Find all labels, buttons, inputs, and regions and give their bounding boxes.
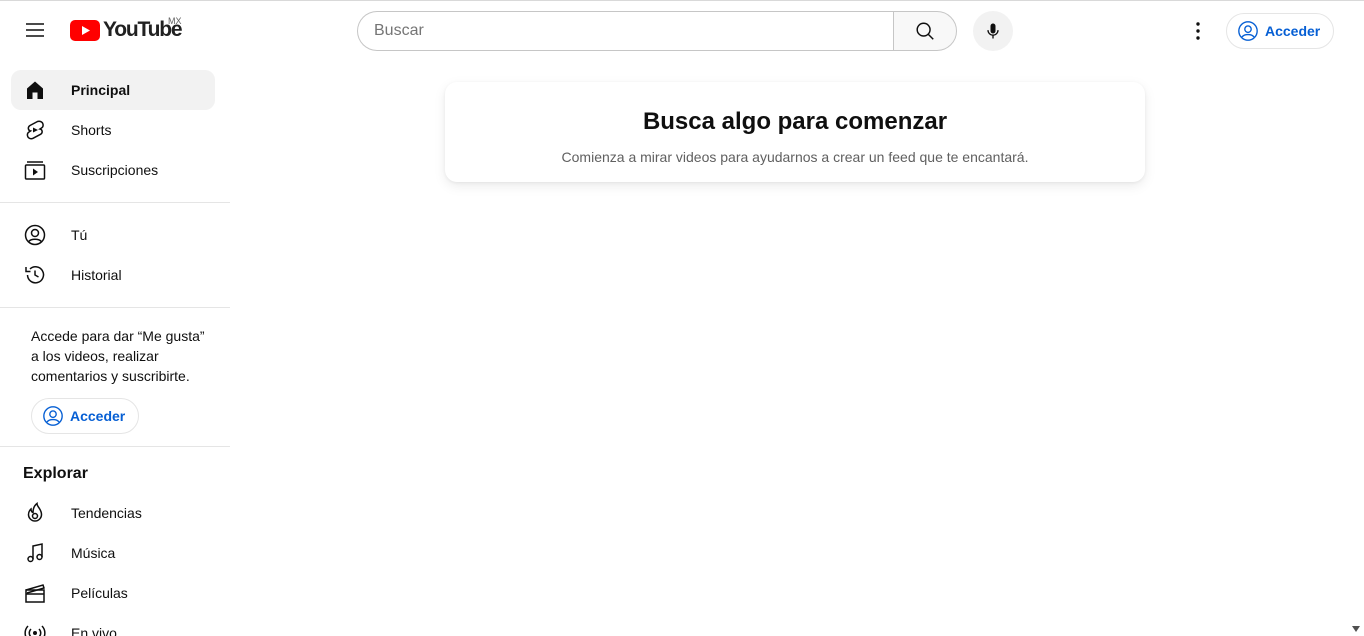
account-circle-icon: [1238, 21, 1258, 41]
empty-feed-subtitle: Comienza a mirar videos para ayudarnos a…: [561, 149, 1029, 165]
music-icon: [27, 543, 43, 563]
microphone-icon: [987, 23, 999, 39]
signin-label: Acceder: [1265, 23, 1321, 39]
home-icon: [27, 81, 43, 99]
sidebar-item-label: Suscripciones: [71, 162, 159, 178]
live-icon: [24, 625, 46, 636]
hamburger-menu-icon: [26, 23, 44, 37]
sidebar: Principal Shorts Suscripciones Tú Histor…: [0, 58, 230, 636]
signin-label: Acceder: [70, 408, 126, 424]
menu-button[interactable]: [15, 10, 55, 50]
search-icon: [916, 22, 934, 40]
signin-button[interactable]: Acceder: [1226, 13, 1334, 49]
sidebar-signin-button[interactable]: Acceder: [31, 398, 139, 434]
sidebar-item-peliculas[interactable]: Películas: [11, 573, 215, 613]
sidebar-item-musica[interactable]: Música: [11, 533, 215, 573]
sidebar-item-label: Historial: [71, 267, 122, 283]
movies-icon: [25, 584, 45, 603]
sidebar-item-shorts[interactable]: Shorts: [11, 110, 215, 150]
scroll-down-arrow-icon[interactable]: [1352, 626, 1360, 632]
search-button[interactable]: [893, 11, 957, 51]
sidebar-item-label: En vivo: [71, 625, 117, 636]
shorts-icon: [26, 120, 44, 140]
sidebar-item-label: Tendencias: [71, 505, 142, 521]
empty-feed-card: Busca algo para comenzar Comienza a mira…: [445, 82, 1145, 182]
sidebar-item-tu[interactable]: Tú: [11, 215, 215, 255]
sidebar-item-label: Películas: [71, 585, 128, 601]
sidebar-item-label: Música: [71, 545, 116, 561]
settings-menu-button[interactable]: [1178, 11, 1218, 51]
search-input[interactable]: [357, 11, 893, 51]
youtube-logo[interactable]: YouTube: [70, 17, 183, 43]
signin-promo-text: Accede para dar “Me gusta” a los videos,…: [31, 328, 205, 384]
voice-search-button[interactable]: [973, 11, 1013, 51]
subscriptions-icon: [24, 161, 46, 180]
sidebar-item-suscripciones[interactable]: Suscripciones: [11, 150, 215, 190]
sidebar-divider: [0, 202, 230, 203]
sidebar-item-historial[interactable]: Historial: [11, 255, 215, 295]
sidebar-item-principal[interactable]: Principal: [11, 70, 215, 110]
sidebar-item-label: Principal: [71, 82, 131, 98]
sidebar-item-tendencias[interactable]: Tendencias: [11, 493, 215, 533]
account-circle-icon: [43, 406, 63, 426]
history-icon: [25, 266, 45, 284]
sidebar-item-label: Tú: [71, 227, 88, 243]
top-bar: YouTube MX Acceder: [0, 0, 1364, 58]
country-code: MX: [168, 16, 182, 26]
more-vert-icon: [1196, 22, 1200, 40]
sidebar-item-label: Shorts: [71, 122, 112, 138]
empty-feed-title: Busca algo para comenzar: [642, 108, 948, 135]
sidebar-divider: [0, 446, 230, 447]
sidebar-item-en-vivo[interactable]: En vivo: [11, 613, 215, 636]
search-bar: [357, 11, 957, 51]
youtube-play-icon: [70, 19, 100, 41]
sidebar-divider: [0, 307, 230, 308]
trending-icon: [27, 502, 43, 522]
user-circle-icon: [24, 224, 46, 246]
explore-section-title: Explorar: [23, 465, 88, 482]
